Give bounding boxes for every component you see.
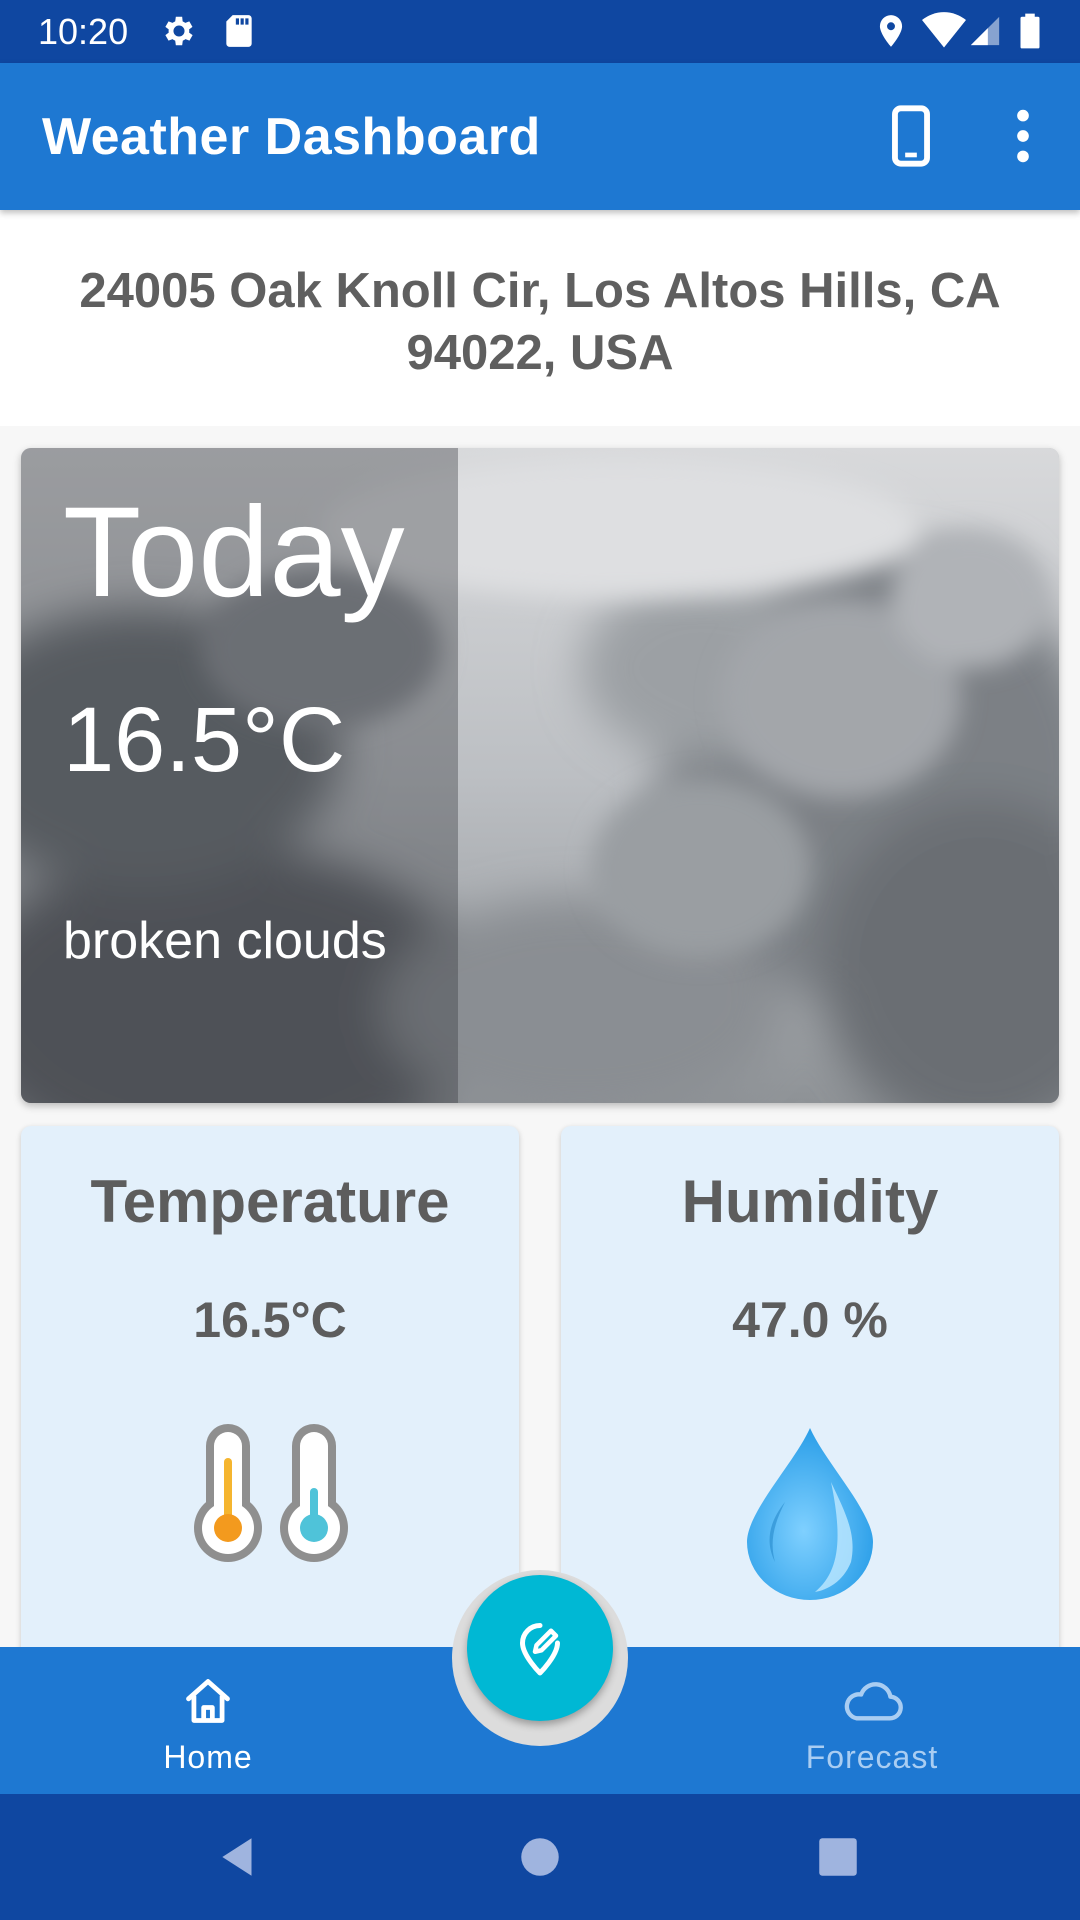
- edit-location-fab[interactable]: [467, 1575, 613, 1721]
- nav-home[interactable]: Home: [58, 1647, 358, 1794]
- status-bar: 10:20: [0, 0, 1080, 63]
- signal-icon: [968, 12, 1006, 50]
- battery-icon: [1016, 12, 1044, 50]
- more-options-button[interactable]: [988, 101, 1058, 171]
- today-description: broken clouds: [63, 912, 387, 970]
- home-icon: [186, 1679, 230, 1723]
- wifi-icon: [922, 12, 966, 50]
- location-pin-icon: [872, 12, 910, 50]
- humidity-title: Humidity: [681, 1168, 939, 1235]
- nav-home-label: Home: [163, 1739, 253, 1775]
- back-triangle-icon: [222, 1838, 252, 1876]
- gear-icon: [160, 12, 198, 50]
- location-address: 24005 Oak Knoll Cir, Los Altos Hills, CA…: [79, 264, 1001, 380]
- water-drop-icon: [747, 1428, 873, 1600]
- recents-square-icon: [819, 1838, 857, 1876]
- recents-button[interactable]: [813, 1832, 863, 1882]
- back-button[interactable]: [214, 1832, 264, 1882]
- temperature-value: 16.5°C: [193, 1292, 347, 1348]
- device-toggle-button[interactable]: [876, 101, 946, 171]
- edit-location-icon: [520, 1623, 560, 1676]
- more-vert-icon: [1017, 109, 1029, 163]
- home-system-button[interactable]: [515, 1832, 565, 1882]
- today-weather-card[interactable]: Today 16.5°C broken clouds: [21, 448, 1059, 1103]
- cloud-icon: [844, 1682, 903, 1721]
- today-temperature: 16.5°C: [63, 689, 346, 791]
- humidity-card[interactable]: Humidity 47.0 %: [561, 1126, 1059, 1666]
- home-circle-icon: [521, 1838, 559, 1876]
- system-navigation-bar: [0, 1794, 1080, 1920]
- status-time: 10:20: [38, 11, 129, 52]
- app-title: Weather Dashboard: [42, 108, 541, 166]
- humidity-value: 47.0 %: [732, 1292, 888, 1348]
- thermometer-icon: [194, 1424, 348, 1562]
- sd-card-icon: [220, 12, 258, 50]
- phone-device-icon: [892, 105, 930, 167]
- nav-forecast-label: Forecast: [805, 1739, 939, 1775]
- nav-forecast[interactable]: Forecast: [722, 1647, 1022, 1794]
- app-bar: Weather Dashboard: [0, 63, 1080, 210]
- temperature-card[interactable]: Temperature 16.5°C: [21, 1126, 519, 1666]
- today-heading: Today: [63, 481, 405, 624]
- screen: 10:20 Weather Dashboard 24005 Oak Knoll …: [0, 0, 1080, 1920]
- address-section: 24005 Oak Knoll Cir, Los Altos Hills, CA…: [0, 210, 1080, 426]
- temperature-title: Temperature: [90, 1168, 450, 1235]
